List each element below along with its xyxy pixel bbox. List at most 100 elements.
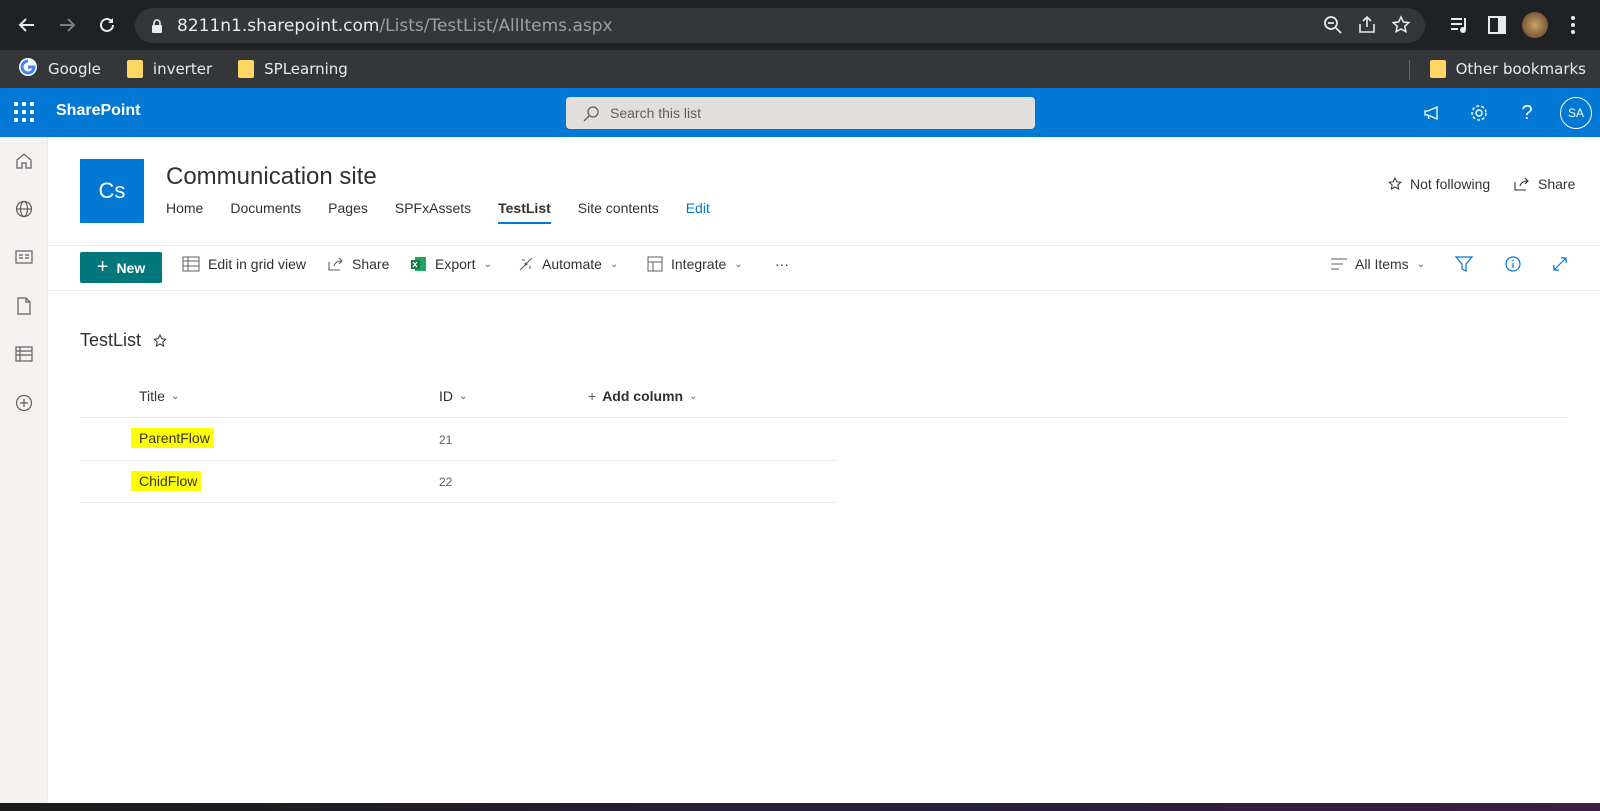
column-header-id[interactable]: ID ⌄ bbox=[439, 388, 467, 404]
taskbar bbox=[0, 803, 1600, 811]
edit-grid-button[interactable]: Edit in grid view bbox=[182, 256, 306, 272]
star-icon bbox=[1388, 177, 1402, 191]
home-icon[interactable] bbox=[12, 149, 36, 173]
menu-kebab-icon[interactable] bbox=[1558, 10, 1588, 40]
row-divider bbox=[80, 460, 838, 461]
nav-home[interactable]: Home bbox=[166, 200, 203, 224]
bookmark-star-icon[interactable] bbox=[1391, 15, 1411, 40]
back-icon[interactable] bbox=[12, 10, 42, 40]
avatar[interactable]: SA bbox=[1560, 97, 1592, 129]
list-icon[interactable] bbox=[12, 342, 36, 366]
zoom-icon[interactable] bbox=[1323, 15, 1343, 40]
integrate-button[interactable]: Integrate ⌄ bbox=[647, 256, 743, 272]
row-divider bbox=[80, 502, 838, 503]
share-button[interactable]: Share bbox=[328, 256, 389, 272]
export-button[interactable]: Export ⌄ bbox=[411, 256, 492, 272]
filter-icon[interactable] bbox=[1455, 256, 1473, 272]
column-id-label: ID bbox=[439, 388, 453, 404]
site-title[interactable]: Communication site bbox=[166, 163, 377, 191]
bookmark-google[interactable]: Google bbox=[18, 57, 101, 81]
search-icon bbox=[583, 106, 599, 122]
other-bookmarks-label: Other bookmarks bbox=[1455, 60, 1586, 78]
bookmark-divider bbox=[1409, 60, 1410, 80]
grid-label: Edit in grid view bbox=[208, 256, 307, 272]
bookmark-label: Google bbox=[48, 60, 101, 78]
profile-avatar[interactable] bbox=[1520, 10, 1550, 40]
plus-icon: + bbox=[96, 256, 109, 278]
app-name[interactable]: SharePoint bbox=[56, 102, 140, 120]
more-icon: ··· bbox=[775, 256, 789, 272]
folder-icon bbox=[1429, 60, 1446, 78]
site-navigation: Home Documents Pages SPFxAssets TestList… bbox=[166, 200, 737, 224]
automate-label: Automate bbox=[542, 256, 602, 272]
list-title: TestList bbox=[80, 330, 167, 351]
nav-spfxassets[interactable]: SPFxAssets bbox=[395, 200, 471, 224]
expand-icon[interactable] bbox=[1552, 256, 1568, 272]
automate-button[interactable]: Automate ⌄ bbox=[518, 256, 618, 272]
site-logo[interactable]: Cs bbox=[80, 159, 144, 223]
add-column-button[interactable]: + Add column ⌄ bbox=[588, 388, 697, 404]
view-label: All Items bbox=[1355, 256, 1409, 272]
news-icon[interactable] bbox=[12, 245, 36, 269]
search-placeholder: Search this list bbox=[610, 105, 702, 121]
share-label: Share bbox=[352, 256, 390, 272]
favorite-star-icon[interactable] bbox=[153, 333, 167, 348]
document-icon[interactable] bbox=[12, 294, 36, 318]
media-icon[interactable] bbox=[1445, 10, 1475, 40]
megaphone-icon[interactable] bbox=[1419, 100, 1445, 126]
new-label: New bbox=[116, 259, 146, 276]
more-button[interactable]: ··· bbox=[775, 256, 789, 272]
bookmark-label: inverter bbox=[152, 60, 213, 78]
create-icon[interactable] bbox=[12, 391, 36, 415]
share-icon bbox=[328, 257, 343, 271]
left-rail bbox=[0, 137, 48, 803]
view-selector[interactable]: All Items ⌄ bbox=[1331, 256, 1425, 272]
divider bbox=[48, 290, 1600, 291]
bookmark-splearning[interactable]: SPLearning bbox=[238, 60, 348, 78]
url-path: /Lists/TestList/AllItems.aspx bbox=[379, 15, 613, 36]
list-title-text[interactable]: TestList bbox=[80, 330, 141, 351]
chevron-down-icon: ⌄ bbox=[609, 258, 619, 270]
export-label: Export bbox=[435, 256, 476, 272]
header-divider bbox=[80, 417, 1568, 418]
info-icon[interactable] bbox=[1505, 256, 1521, 272]
address-bar[interactable]: 8211n1.sharepoint.com/Lists/TestList/All… bbox=[135, 8, 1425, 43]
nav-testlist[interactable]: TestList bbox=[498, 200, 551, 224]
nav-pages[interactable]: Pages bbox=[328, 200, 368, 224]
search-input[interactable]: Search this list bbox=[566, 97, 1035, 129]
google-icon bbox=[18, 57, 38, 81]
integrate-label: Integrate bbox=[671, 256, 727, 272]
other-bookmarks[interactable]: Other bookmarks bbox=[1429, 50, 1586, 88]
site-share-button[interactable]: Share bbox=[1514, 176, 1575, 192]
view-lines-icon bbox=[1331, 258, 1347, 270]
automate-icon bbox=[519, 257, 533, 271]
reload-icon[interactable] bbox=[92, 10, 122, 40]
bookmark-inverter[interactable]: inverter bbox=[126, 60, 213, 78]
cell-id: 21 bbox=[439, 433, 453, 447]
nav-site-contents[interactable]: Site contents bbox=[578, 200, 659, 224]
forward-icon[interactable] bbox=[52, 10, 82, 40]
cell-title[interactable]: ParentFlow bbox=[131, 428, 214, 448]
app-launcher-icon[interactable] bbox=[14, 102, 34, 122]
side-panel-icon[interactable] bbox=[1482, 10, 1512, 40]
gear-icon[interactable] bbox=[1466, 100, 1492, 126]
nav-documents[interactable]: Documents bbox=[230, 200, 301, 224]
lock-icon bbox=[151, 18, 163, 38]
follow-button[interactable]: Not following bbox=[1388, 176, 1490, 192]
share-page-icon[interactable] bbox=[1357, 15, 1377, 40]
share-label: Share bbox=[1538, 176, 1576, 192]
column-title-label: Title bbox=[139, 388, 165, 404]
new-button[interactable]: + New bbox=[80, 252, 162, 283]
browser-toolbar: 8211n1.sharepoint.com/Lists/TestList/All… bbox=[0, 0, 1600, 50]
bookmarks-bar: Google inverter SPLearning Other bookmar… bbox=[0, 50, 1600, 88]
globe-icon[interactable] bbox=[12, 197, 36, 221]
url-host: 8211n1.sharepoint.com bbox=[177, 15, 380, 36]
column-header-title[interactable]: Title ⌄ bbox=[139, 388, 179, 404]
cell-title[interactable]: ChidFlow bbox=[131, 471, 202, 491]
bookmark-label: SPLearning bbox=[264, 60, 348, 78]
nav-edit[interactable]: Edit bbox=[686, 200, 710, 224]
plus-icon: + bbox=[588, 388, 597, 404]
folder-icon bbox=[238, 60, 255, 78]
integrate-icon bbox=[647, 256, 663, 272]
help-icon[interactable]: ? bbox=[1514, 100, 1540, 126]
